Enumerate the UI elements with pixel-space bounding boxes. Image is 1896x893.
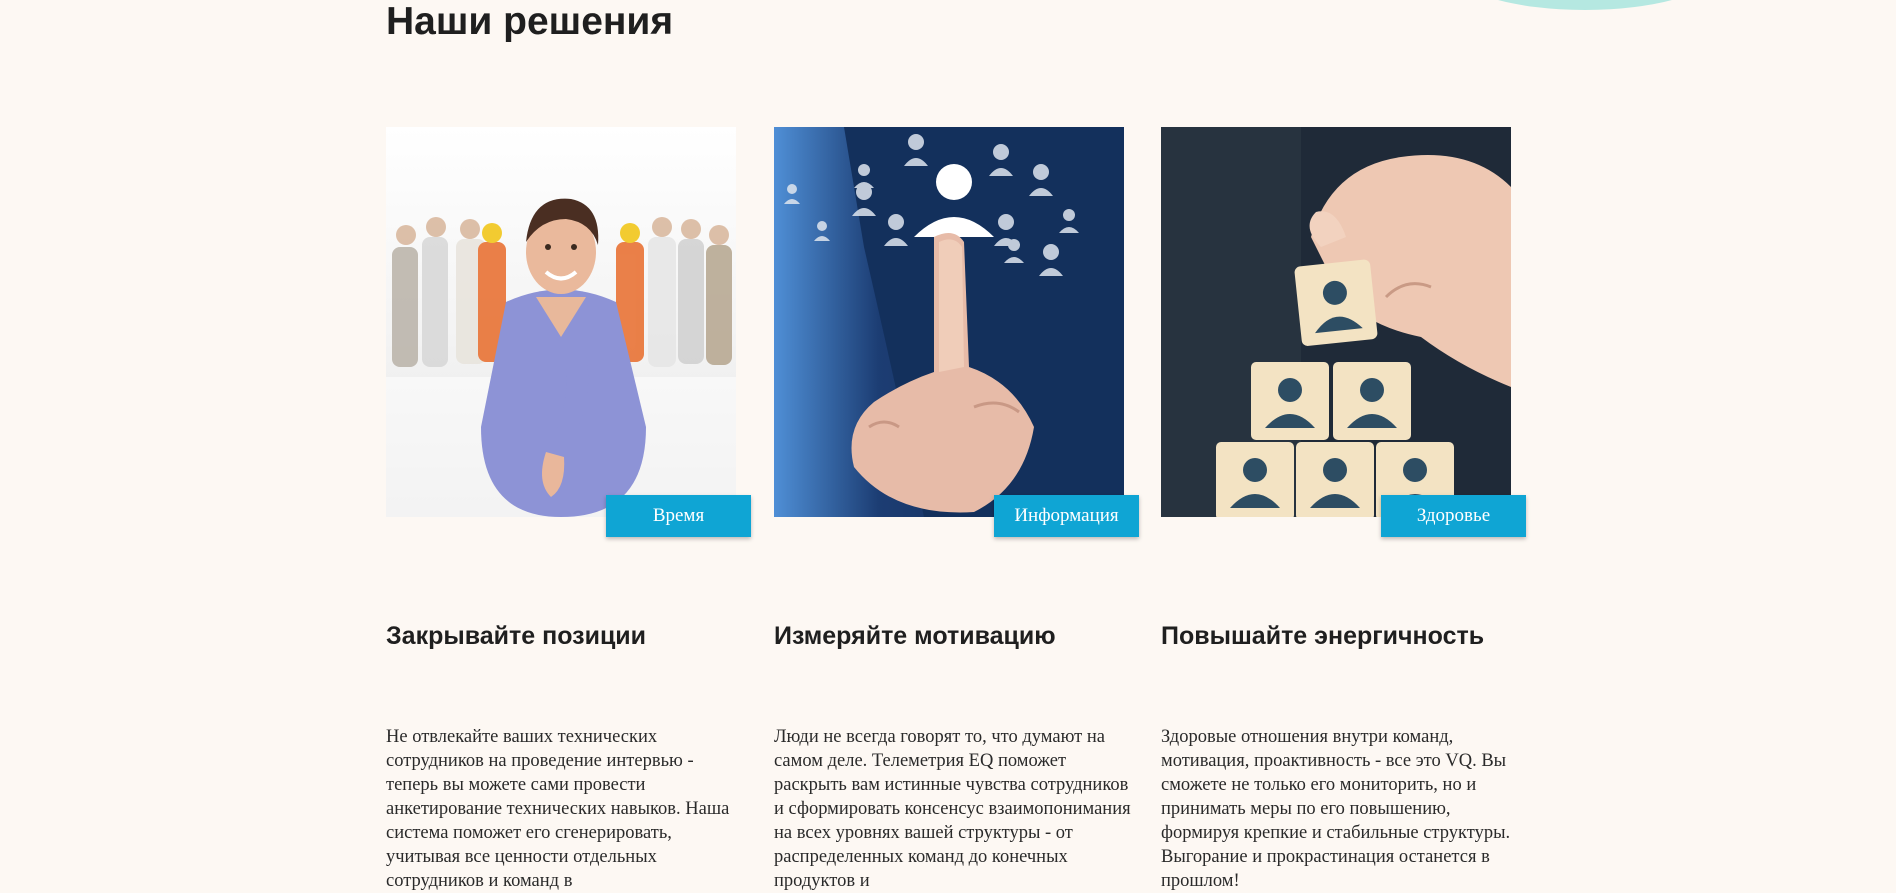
- section-title: Наши решения: [386, 0, 674, 43]
- card-image-handshake: [386, 127, 736, 517]
- card-description: Здоровые отношения внутри команд, мотива…: [1161, 727, 1511, 891]
- card-description: Люди не всегда говорят то, что думают на…: [774, 727, 1131, 891]
- card-heading: Повышайте энергичность: [1161, 622, 1485, 650]
- card-heading: Закрывайте позиции: [386, 622, 647, 650]
- decorative-blob: [1455, 0, 1715, 10]
- card-heading: Измеряйте мотивацию: [774, 622, 1056, 650]
- badge-information-button[interactable]: Информация: [994, 495, 1139, 537]
- card-description: Не отвлекайте ваших технических сотрудни…: [386, 727, 730, 891]
- card-image-touch: [774, 127, 1124, 517]
- badge-time-button[interactable]: Время: [606, 495, 751, 537]
- badge-health-button[interactable]: Здоровье: [1381, 495, 1526, 537]
- card-image-blocks: [1161, 127, 1511, 517]
